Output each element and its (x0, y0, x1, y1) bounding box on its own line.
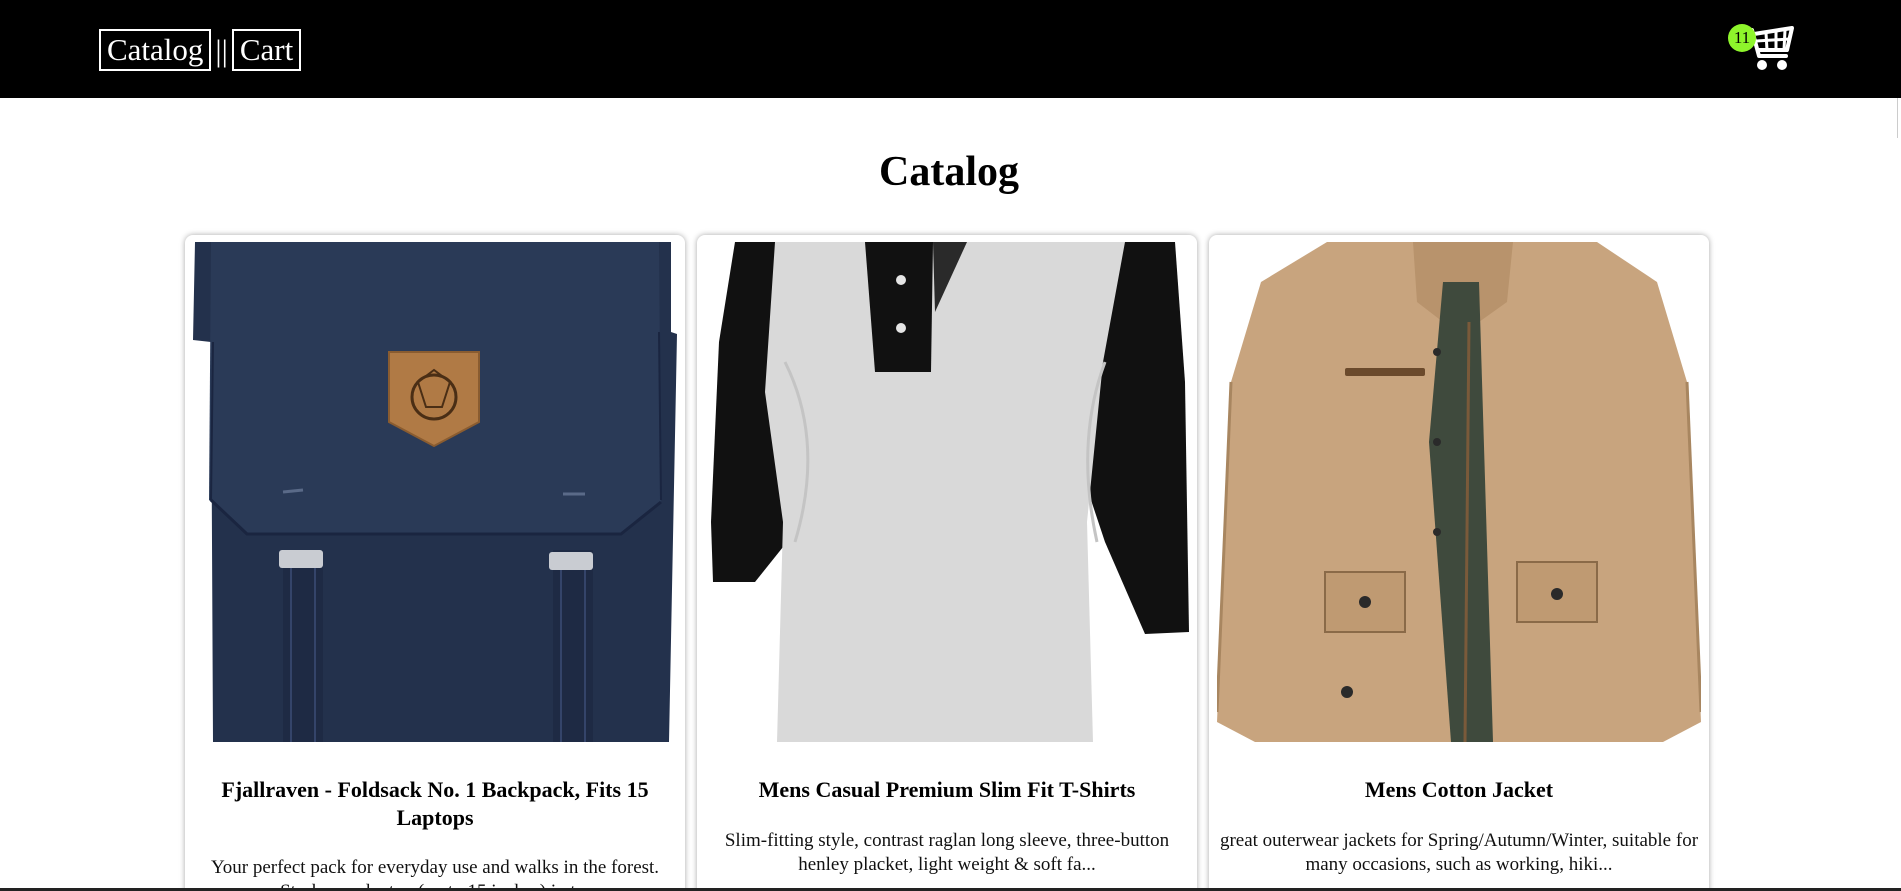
product-card[interactable]: Fjallraven - Foldsack No. 1 Backpack, Fi… (185, 235, 685, 891)
tshirt-image (705, 242, 1189, 742)
product-card[interactable]: Mens Cotton Jacket great outerwear jacke… (1209, 235, 1709, 891)
nav-catalog-link[interactable]: Catalog (99, 29, 212, 71)
page: Catalog || Cart 11 Catalog Fjallraven - … (0, 0, 1901, 891)
top-header: Catalog || Cart 11 (0, 0, 1901, 98)
product-title: Mens Casual Premium Slim Fit T-Shirts (758, 777, 1136, 802)
backpack-image (193, 242, 677, 742)
jacket-image (1217, 242, 1701, 742)
page-title: Catalog (879, 149, 1019, 195)
product-grid: Fjallraven - Foldsack No. 1 Backpack, Fi… (185, 235, 1709, 891)
product-image (705, 242, 1189, 742)
product-description: great outerwear jackets for Spring/Autum… (1219, 830, 1699, 875)
product-description: Slim-fitting style, contrast raglan long… (724, 830, 1170, 875)
scrollbar-edge (1897, 98, 1898, 138)
product-card[interactable]: Mens Casual Premium Slim Fit T-Shirts Sl… (697, 235, 1197, 891)
nav-cart-link[interactable]: Cart (231, 29, 302, 71)
main-nav: Catalog || Cart (99, 29, 302, 71)
cart-button[interactable]: 11 (1728, 24, 1800, 72)
nav-separator: || (215, 32, 228, 68)
product-image (1217, 242, 1701, 742)
cart-count-badge: 11 (1728, 24, 1756, 52)
product-title: Fjallraven - Foldsack No. 1 Backpack, Fi… (221, 777, 649, 830)
product-image (193, 242, 677, 742)
product-title: Mens Cotton Jacket (1364, 777, 1554, 802)
product-description: Your perfect pack for everyday use and w… (210, 857, 660, 891)
